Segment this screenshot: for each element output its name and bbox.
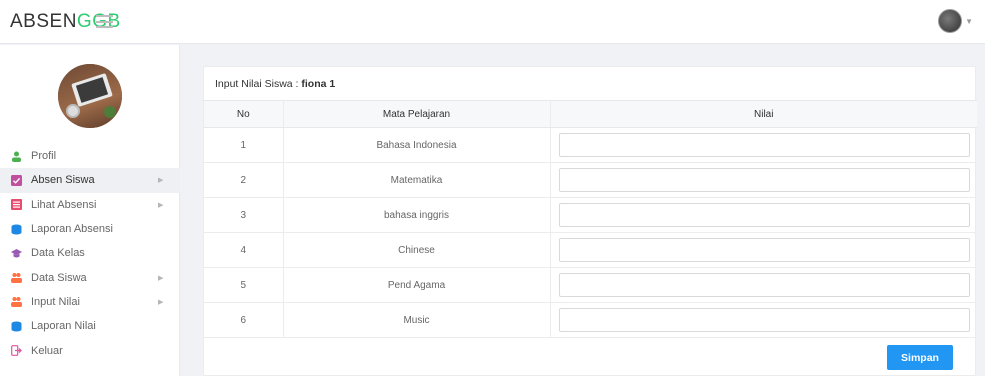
table-row: 5 Pend Agama (204, 267, 977, 303)
sidebar-item-laporan-nilai[interactable]: Laporan Nilai (0, 314, 180, 338)
users-icon (11, 272, 22, 284)
sidebar-item-label: Data Siswa (31, 271, 87, 284)
brand-part-1: ABSEN (10, 11, 77, 32)
subject-name: Bahasa Indonesia (283, 127, 551, 163)
sidebar-item-data-siswa[interactable]: Data Siswa ▶ (0, 265, 180, 289)
student-name: fiona 1 (301, 78, 336, 90)
sidebar: Profil Absen Siswa ▶ Lihat Absensi ▶ Lap… (0, 45, 180, 376)
row-number: 6 (204, 302, 284, 338)
sidebar-item-label: Laporan Absensi (31, 223, 113, 236)
table-header-row: No Mata Pelajaran Nilai (204, 100, 977, 128)
sidebar-item-lihat-absensi[interactable]: Lihat Absensi ▶ (0, 193, 180, 217)
sidebar-item-label: Lihat Absensi (31, 198, 97, 211)
hamburger-menu-icon[interactable] (96, 15, 113, 28)
sidebar-nav: Profil Absen Siswa ▶ Lihat Absensi ▶ Lap… (0, 144, 180, 363)
grade-input[interactable] (558, 168, 970, 192)
save-button[interactable]: Simpan (887, 345, 953, 370)
check-square-icon (11, 174, 22, 186)
sidebar-item-absen-siswa[interactable]: Absen Siswa ▶ (0, 168, 180, 193)
row-number: 3 (204, 197, 284, 233)
avatar[interactable] (938, 9, 963, 33)
user-icon (11, 151, 22, 162)
database-icon (11, 321, 22, 332)
subject-name: Music (283, 302, 551, 338)
profile-photo (58, 64, 122, 128)
subject-name: Matematika (283, 162, 551, 198)
sidebar-item-laporan-absensi[interactable]: Laporan Absensi (0, 217, 180, 241)
chevron-right-icon: ▶ (158, 274, 164, 282)
sidebar-item-profil[interactable]: Profil (0, 144, 180, 168)
grades-table: No Mata Pelajaran Nilai 1 Bahasa Indones… (204, 100, 977, 338)
sidebar-item-label: Input Nilai (31, 295, 80, 308)
sidebar-item-data-kelas[interactable]: Data Kelas (0, 241, 180, 265)
users-icon (11, 296, 22, 308)
sidebar-item-label: Keluar (31, 344, 63, 357)
sidebar-item-label: Laporan Nilai (31, 320, 96, 333)
table-row: 6 Music (204, 302, 977, 338)
sign-out-icon (11, 345, 22, 356)
grade-input-panel: Input Nilai Siswa : fiona 1 No Mata Pela… (203, 66, 977, 376)
sidebar-item-label: Absen Siswa (31, 174, 95, 187)
sidebar-item-label: Data Kelas (31, 247, 85, 260)
table-row: 2 Matematika (204, 162, 977, 198)
grade-input[interactable] (558, 238, 970, 262)
top-bar: ABSEN GGB ▼ (0, 0, 985, 44)
row-number: 1 (204, 127, 284, 163)
chevron-right-icon: ▶ (158, 177, 164, 185)
chevron-right-icon: ▶ (158, 201, 164, 209)
grade-input[interactable] (558, 203, 970, 227)
graduation-cap-icon (11, 248, 22, 259)
database-icon (11, 224, 22, 235)
sidebar-item-input-nilai[interactable]: Input Nilai ▶ (0, 290, 180, 314)
table-row: 1 Bahasa Indonesia (204, 127, 977, 163)
row-number: 2 (204, 162, 284, 198)
subject-name: Chinese (283, 232, 551, 268)
column-header-value: Nilai (550, 100, 977, 128)
column-header-no: No (204, 100, 284, 128)
table-row: 3 bahasa inggris (204, 197, 977, 233)
user-menu[interactable]: ▼ (938, 9, 973, 33)
grade-input[interactable] (558, 308, 970, 332)
column-header-subject: Mata Pelajaran (283, 100, 551, 128)
grade-input[interactable] (558, 133, 970, 157)
subject-name: Pend Agama (283, 267, 551, 303)
table-row: 4 Chinese (204, 232, 977, 268)
grade-input[interactable] (558, 273, 970, 297)
chevron-down-icon: ▼ (965, 16, 973, 26)
panel-title: Input Nilai Siswa : fiona 1 (215, 78, 335, 90)
sidebar-item-keluar[interactable]: Keluar (0, 338, 180, 362)
list-icon (11, 199, 22, 211)
row-number: 5 (204, 267, 284, 303)
row-number: 4 (204, 232, 284, 268)
panel-title-prefix: Input Nilai Siswa : (215, 78, 302, 90)
chevron-right-icon: ▶ (158, 298, 164, 306)
subject-name: bahasa inggris (283, 197, 551, 233)
sidebar-item-label: Profil (31, 150, 57, 163)
